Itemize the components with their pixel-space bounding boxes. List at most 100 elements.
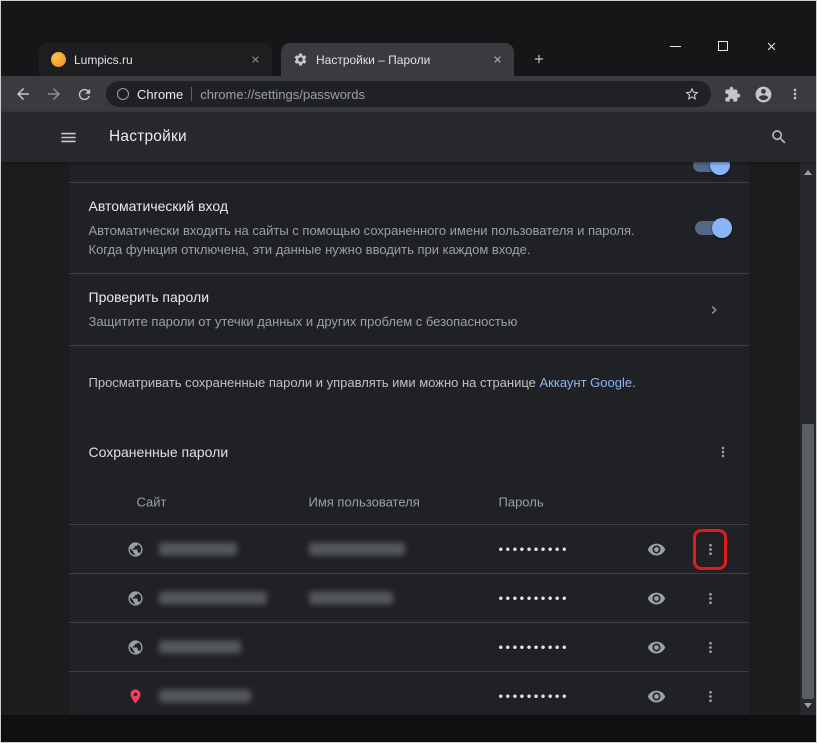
redacted-site [158, 542, 237, 556]
saved-passwords-menu-button[interactable] [707, 436, 739, 468]
redacted-username [308, 542, 405, 556]
globe-icon [126, 539, 146, 559]
column-password: Пароль [498, 494, 544, 510]
password-row: •••••••••• [68, 574, 749, 623]
redacted-site [158, 640, 241, 654]
passwords-table-header: Сайт Имя пользователя Пароль [69, 480, 749, 524]
check-passwords-arrow-button[interactable] [699, 295, 729, 325]
pin-icon [126, 686, 146, 706]
password-mask: •••••••••• [498, 541, 570, 557]
reload-icon [78, 88, 91, 100]
saved-passwords-header: Сохраненные пароли [69, 422, 749, 480]
chrome-page-icon [117, 88, 129, 100]
account-note: Просматривать сохраненные пароли и управ… [69, 346, 749, 422]
show-password-eye-icon[interactable] [643, 535, 671, 563]
star-icon [685, 87, 699, 100]
password-row: •••••••••• [68, 623, 749, 672]
forward-button[interactable] [38, 79, 69, 110]
google-account-link[interactable]: Аккаунт Google [540, 375, 633, 390]
close-window-button[interactable] [764, 39, 778, 53]
column-username: Имя пользователя [308, 494, 420, 510]
auto-signin-row: Автоматический вход Автоматически входит… [69, 183, 749, 273]
row-menu-kebab-icon[interactable] [698, 682, 724, 710]
check-passwords-row[interactable]: Проверить пароли Защитите пароли от утеч… [69, 274, 749, 345]
page-title: Настройки [109, 128, 187, 145]
clipped-row [69, 162, 749, 182]
column-site: Сайт [136, 494, 167, 510]
close-icon [767, 42, 775, 50]
redacted-username [308, 591, 393, 605]
search-icon [772, 130, 786, 144]
settings-content: Автоматический вход Автоматически входит… [1, 162, 816, 715]
scroll-down-arrow-icon[interactable] [800, 697, 816, 713]
redacted-site [158, 591, 267, 605]
tab-strip: Lumpics.ru Настройки – Пароли [1, 1, 816, 76]
tab-close-button[interactable] [247, 51, 264, 68]
auto-signin-title: Автоматический вход [88, 198, 229, 214]
password-row: •••••••••• [69, 672, 749, 715]
show-password-eye-icon[interactable] [643, 633, 671, 661]
back-button[interactable] [7, 79, 38, 110]
tabs: Lumpics.ru Настройки – Пароли [39, 43, 552, 76]
forward-arrow-icon [47, 88, 60, 100]
scroll-up-arrow-icon[interactable] [800, 164, 816, 180]
tab-label: Lumpics.ru [74, 52, 133, 67]
reload-button[interactable] [69, 79, 100, 110]
minimize-icon [669, 45, 681, 47]
clipped-toggle[interactable] [692, 162, 730, 175]
address-separator [191, 87, 193, 101]
settings-menu-button[interactable] [53, 122, 83, 152]
close-icon [494, 56, 501, 63]
auto-signin-description: Автоматически входить на сайты с помощью… [88, 223, 635, 257]
auto-signin-toggle[interactable] [694, 218, 732, 238]
window-controls [668, 39, 778, 53]
tab-label: Настройки – Пароли [316, 52, 431, 67]
minimize-button[interactable] [668, 39, 682, 53]
maximize-button[interactable] [716, 39, 730, 53]
password-row: •••••••••• [68, 525, 749, 574]
row-menu-kebab-icon[interactable] [698, 535, 724, 563]
kebab-icon [793, 88, 796, 100]
account-note-prefix: Просматривать сохраненные пароли и управ… [88, 375, 540, 390]
maximize-icon [718, 41, 728, 51]
passwords-card: Автоматический вход Автоматически входит… [68, 162, 749, 715]
hamburger-icon [60, 132, 76, 142]
new-tab-button[interactable] [526, 46, 552, 72]
gear-icon [294, 53, 307, 66]
show-password-eye-icon[interactable] [643, 584, 671, 612]
scrollbar-thumb[interactable] [802, 424, 814, 699]
row-menu-kebab-icon[interactable] [698, 633, 724, 661]
redacted-site [158, 689, 251, 703]
back-arrow-icon [16, 88, 29, 100]
show-password-eye-icon[interactable] [643, 682, 671, 710]
row-menu-kebab-icon[interactable] [698, 584, 724, 612]
settings-search-button[interactable] [764, 122, 794, 152]
globe-icon [126, 588, 146, 608]
extensions-button[interactable] [717, 79, 748, 110]
password-mask: •••••••••• [498, 688, 570, 704]
globe-icon [126, 637, 146, 657]
tab-settings-passwords[interactable]: Настройки – Пароли [281, 43, 514, 76]
browser-window: Lumpics.ru Настройки – Пароли Chrome chr… [0, 0, 817, 743]
address-site-label: Chrome [137, 86, 184, 102]
scrollbar[interactable] [800, 162, 816, 715]
chevron-right-icon [711, 305, 717, 314]
bottom-strip [1, 715, 816, 742]
check-passwords-description: Защитите пароли от утечки данных и други… [88, 314, 518, 329]
toggle-thumb [709, 162, 730, 175]
check-passwords-title: Проверить пароли [88, 289, 210, 305]
lumpics-favicon-icon [51, 52, 66, 67]
browser-toolbar: Chrome chrome://settings/passwords [1, 76, 816, 112]
saved-passwords-title: Сохраненные пароли [88, 444, 229, 460]
address-url: chrome://settings/passwords [200, 86, 365, 102]
settings-header: Настройки [1, 112, 816, 162]
profile-button[interactable] [748, 79, 779, 110]
kebab-icon [721, 446, 724, 458]
tab-lumpics[interactable]: Lumpics.ru [39, 43, 272, 76]
bookmark-star-button[interactable] [681, 83, 703, 105]
address-bar[interactable]: Chrome chrome://settings/passwords [106, 81, 711, 107]
browser-menu-button[interactable] [779, 79, 810, 110]
plus-icon [534, 54, 544, 64]
tab-close-button[interactable] [489, 51, 506, 68]
auto-signin-text: Автоматический вход Автоматически входит… [89, 197, 677, 259]
